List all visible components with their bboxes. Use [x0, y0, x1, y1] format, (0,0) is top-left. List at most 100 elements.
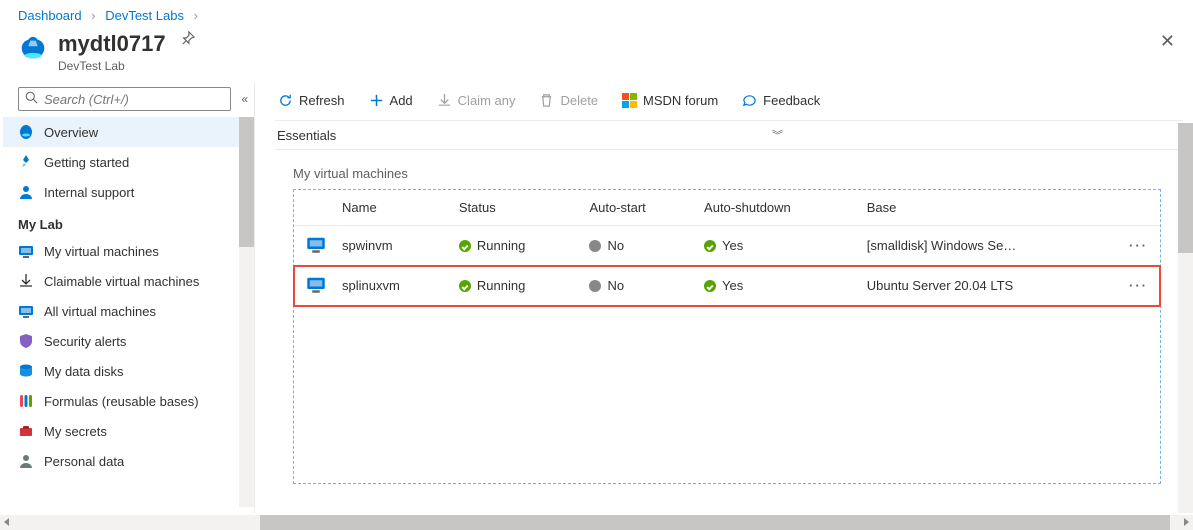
cell-autostart: No — [581, 226, 696, 266]
sidebar-item-label: My virtual machines — [44, 244, 159, 259]
sidebar-item-label: Personal data — [44, 454, 124, 469]
cell-name: spwinvm — [334, 226, 451, 266]
search-icon — [25, 91, 38, 107]
sidebar-section-mylab: My Lab — [3, 207, 254, 236]
col-autoshutdown[interactable]: Auto-shutdown — [696, 190, 859, 226]
breadcrumb: Dashboard › DevTest Labs › — [0, 0, 1193, 27]
table-row[interactable]: splinuxvm Running No Yes Ubuntu Server 2… — [294, 266, 1160, 306]
status-off-icon — [589, 240, 601, 252]
content-pane: Refresh Add Claim any Delete MSDN forum … — [255, 83, 1193, 513]
page-title: mydtl0717 — [58, 31, 166, 57]
flask-icon — [18, 124, 34, 140]
sidebar-item-formulas[interactable]: Formulas (reusable bases) — [3, 386, 254, 416]
page-header: mydtl0717 DevTest Lab ✕ — [0, 27, 1193, 83]
sidebar-item-all-vms[interactable]: All virtual machines — [3, 296, 254, 326]
sidebar-scrollbar[interactable] — [239, 117, 254, 507]
vm-section-title: My virtual machines — [275, 150, 1183, 189]
breadcrumb-devtestlabs[interactable]: DevTest Labs — [105, 8, 184, 23]
sidebar-item-security-alerts[interactable]: Security alerts — [3, 326, 254, 356]
delete-button: Delete — [536, 91, 601, 110]
row-actions-button[interactable]: ··· — [1121, 266, 1160, 306]
sidebar-item-label: Security alerts — [44, 334, 126, 349]
add-label: Add — [390, 93, 413, 108]
row-actions-button[interactable]: ··· — [1121, 226, 1160, 266]
vm-table: Name Status Auto-start Auto-shutdown Bas… — [294, 190, 1160, 306]
sidebar-item-overview[interactable]: Overview — [3, 117, 254, 147]
col-base[interactable]: Base — [859, 190, 1121, 226]
vm-icon — [306, 282, 326, 297]
shield-icon — [18, 333, 34, 349]
sidebar-item-label: My secrets — [44, 424, 107, 439]
toolbar: Refresh Add Claim any Delete MSDN forum … — [275, 83, 1183, 121]
sidebar-item-secrets[interactable]: My secrets — [3, 416, 254, 446]
feedback-button[interactable]: Feedback — [739, 91, 823, 110]
horizontal-scrollbar[interactable] — [0, 515, 1193, 530]
claim-label: Claim any — [458, 93, 516, 108]
essentials-bar[interactable]: Essentials ︾ — [275, 121, 1183, 150]
vm-icon — [18, 243, 34, 259]
essentials-label: Essentials — [277, 128, 336, 143]
status-off-icon — [589, 280, 601, 292]
sidebar: « Overview Getting started Internal supp… — [0, 83, 255, 513]
cell-autoshutdown: Yes — [696, 226, 859, 266]
cell-base: Ubuntu Server 20.04 LTS — [859, 266, 1121, 306]
msdn-button[interactable]: MSDN forum — [619, 91, 721, 110]
search-input[interactable] — [18, 87, 231, 111]
col-status[interactable]: Status — [451, 190, 582, 226]
sidebar-item-claimable-vms[interactable]: Claimable virtual machines — [3, 266, 254, 296]
feedback-label: Feedback — [763, 93, 820, 108]
add-button[interactable]: Add — [366, 91, 416, 110]
disk-icon — [18, 363, 34, 379]
cell-status: Running — [451, 226, 582, 266]
collapse-sidebar-icon[interactable]: « — [241, 92, 248, 106]
refresh-button[interactable]: Refresh — [275, 91, 348, 110]
breadcrumb-dashboard[interactable]: Dashboard — [18, 8, 82, 23]
status-on-icon — [704, 280, 716, 292]
claim-button: Claim any — [434, 91, 519, 110]
sidebar-item-label: Claimable virtual machines — [44, 274, 199, 289]
vm-icon — [306, 242, 326, 257]
person-icon — [18, 184, 34, 200]
microsoft-logo-icon — [622, 93, 637, 108]
chevron-right-icon: › — [91, 8, 95, 23]
sidebar-item-my-vms[interactable]: My virtual machines — [3, 236, 254, 266]
vm-table-container: Name Status Auto-start Auto-shutdown Bas… — [293, 189, 1161, 484]
cell-name: splinuxvm — [334, 266, 451, 306]
msdn-label: MSDN forum — [643, 93, 718, 108]
sidebar-item-personal-data[interactable]: Personal data — [3, 446, 254, 476]
download-icon — [18, 273, 34, 289]
content-scrollbar[interactable] — [1178, 123, 1193, 513]
sidebar-item-label: Overview — [44, 125, 98, 140]
delete-label: Delete — [560, 93, 598, 108]
table-row[interactable]: spwinvm Running No Yes [smalldisk] Windo… — [294, 226, 1160, 266]
test-tubes-icon — [18, 393, 34, 409]
close-icon[interactable]: ✕ — [1160, 31, 1175, 52]
chevron-down-double-icon[interactable]: ︾ — [772, 127, 1181, 143]
status-running-icon — [459, 280, 471, 292]
lab-flask-icon — [18, 35, 48, 65]
table-header-row: Name Status Auto-start Auto-shutdown Bas… — [294, 190, 1160, 226]
status-on-icon — [704, 240, 716, 252]
sidebar-item-label: Internal support — [44, 185, 134, 200]
col-autostart[interactable]: Auto-start — [581, 190, 696, 226]
cell-status: Running — [451, 266, 582, 306]
rocket-icon — [18, 154, 34, 170]
sidebar-item-label: All virtual machines — [44, 304, 156, 319]
status-running-icon — [459, 240, 471, 252]
person-data-icon — [18, 453, 34, 469]
page-subtitle: DevTest Lab — [58, 59, 195, 73]
pin-icon[interactable] — [181, 31, 195, 48]
chevron-right-icon: › — [194, 8, 198, 23]
sidebar-item-label: Getting started — [44, 155, 129, 170]
col-name[interactable]: Name — [334, 190, 451, 226]
cell-autostart: No — [581, 266, 696, 306]
sidebar-item-internal-support[interactable]: Internal support — [3, 177, 254, 207]
briefcase-icon — [18, 423, 34, 439]
vm-icon — [18, 303, 34, 319]
sidebar-item-data-disks[interactable]: My data disks — [3, 356, 254, 386]
sidebar-item-label: My data disks — [44, 364, 123, 379]
cell-autoshutdown: Yes — [696, 266, 859, 306]
sidebar-item-getting-started[interactable]: Getting started — [3, 147, 254, 177]
search-field[interactable] — [44, 92, 224, 107]
refresh-label: Refresh — [299, 93, 345, 108]
